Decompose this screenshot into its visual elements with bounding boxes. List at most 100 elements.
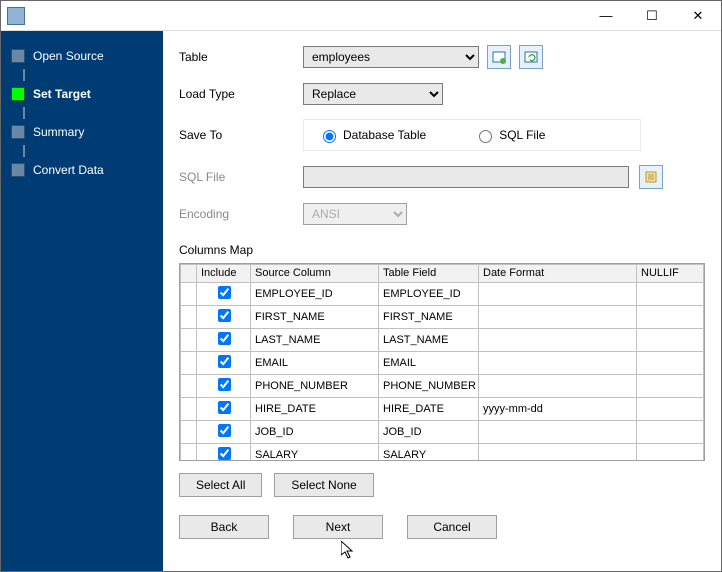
- include-cell[interactable]: [197, 398, 251, 421]
- datefmt-cell[interactable]: yyyy-mm-dd: [479, 398, 637, 421]
- include-cell[interactable]: [197, 444, 251, 462]
- grid-row[interactable]: HIRE_DATEHIRE_DATEyyyy-mm-dd: [181, 398, 704, 421]
- source-cell[interactable]: SALARY: [251, 444, 379, 462]
- include-checkbox[interactable]: [218, 286, 231, 299]
- include-cell[interactable]: [197, 421, 251, 444]
- row-hdr[interactable]: [181, 398, 197, 421]
- columns-map-grid[interactable]: Include Source Column Table Field Date F…: [179, 263, 705, 461]
- window-controls: — ☐ ✕: [583, 1, 721, 31]
- col-source[interactable]: Source Column: [251, 265, 379, 283]
- grid-row[interactable]: EMPLOYEE_IDEMPLOYEE_ID: [181, 283, 704, 306]
- field-cell[interactable]: EMPLOYEE_ID: [379, 283, 479, 306]
- col-field[interactable]: Table Field: [379, 265, 479, 283]
- field-cell[interactable]: PHONE_NUMBER: [379, 375, 479, 398]
- nullif-cell[interactable]: [637, 283, 704, 306]
- grid-row[interactable]: JOB_IDJOB_ID: [181, 421, 704, 444]
- new-table-icon[interactable]: [487, 45, 511, 69]
- back-button[interactable]: Back: [179, 515, 269, 539]
- select-none-button[interactable]: Select None: [274, 473, 373, 497]
- field-cell[interactable]: LAST_NAME: [379, 329, 479, 352]
- encoding-label: Encoding: [179, 207, 303, 221]
- row-hdr[interactable]: [181, 444, 197, 462]
- nullif-cell[interactable]: [637, 329, 704, 352]
- include-checkbox[interactable]: [218, 447, 231, 460]
- nullif-cell[interactable]: [637, 352, 704, 375]
- field-cell[interactable]: HIRE_DATE: [379, 398, 479, 421]
- nullif-cell[interactable]: [637, 398, 704, 421]
- main-panel: Table employees Load Type Replace Save T…: [163, 31, 721, 571]
- col-nullif[interactable]: NULLIF: [637, 265, 704, 283]
- source-cell[interactable]: LAST_NAME: [251, 329, 379, 352]
- include-checkbox[interactable]: [218, 424, 231, 437]
- field-cell[interactable]: FIRST_NAME: [379, 306, 479, 329]
- datefmt-cell[interactable]: [479, 283, 637, 306]
- row-hdr[interactable]: [181, 352, 197, 375]
- row-hdr[interactable]: [181, 375, 197, 398]
- step-summary[interactable]: Summary: [1, 119, 163, 145]
- col-rowhdr[interactable]: [181, 265, 197, 283]
- datefmt-cell[interactable]: [479, 375, 637, 398]
- row-hdr[interactable]: [181, 329, 197, 352]
- row-hdr[interactable]: [181, 421, 197, 444]
- saveto-db-radio[interactable]: Database Table: [318, 127, 426, 143]
- loadtype-select[interactable]: Replace: [303, 83, 443, 105]
- field-cell[interactable]: JOB_ID: [379, 421, 479, 444]
- grid-row[interactable]: EMAILEMAIL: [181, 352, 704, 375]
- window: — ☐ ✕ Open Source Set Target Summary: [0, 0, 722, 572]
- step-convert-data[interactable]: Convert Data: [1, 157, 163, 183]
- nullif-cell[interactable]: [637, 444, 704, 462]
- col-datefmt[interactable]: Date Format: [479, 265, 637, 283]
- select-all-button[interactable]: Select All: [179, 473, 262, 497]
- grid-row[interactable]: PHONE_NUMBERPHONE_NUMBER: [181, 375, 704, 398]
- include-cell[interactable]: [197, 306, 251, 329]
- grid-row[interactable]: FIRST_NAMEFIRST_NAME: [181, 306, 704, 329]
- include-cell[interactable]: [197, 352, 251, 375]
- include-checkbox[interactable]: [218, 378, 231, 391]
- saveto-file-radio[interactable]: SQL File: [474, 127, 545, 143]
- cancel-button[interactable]: Cancel: [407, 515, 497, 539]
- include-checkbox[interactable]: [218, 401, 231, 414]
- source-cell[interactable]: HIRE_DATE: [251, 398, 379, 421]
- include-cell[interactable]: [197, 329, 251, 352]
- row-hdr[interactable]: [181, 283, 197, 306]
- maximize-button[interactable]: ☐: [629, 1, 675, 31]
- include-cell[interactable]: [197, 283, 251, 306]
- step-set-target[interactable]: Set Target: [1, 81, 163, 107]
- minimize-button[interactable]: —: [583, 1, 629, 31]
- source-cell[interactable]: PHONE_NUMBER: [251, 375, 379, 398]
- loadtype-label: Load Type: [179, 87, 303, 101]
- field-cell[interactable]: SALARY: [379, 444, 479, 462]
- source-cell[interactable]: JOB_ID: [251, 421, 379, 444]
- datefmt-cell[interactable]: [479, 352, 637, 375]
- col-include[interactable]: Include: [197, 265, 251, 283]
- datefmt-cell[interactable]: [479, 306, 637, 329]
- grid-row[interactable]: SALARYSALARY: [181, 444, 704, 462]
- browse-file-icon[interactable]: [639, 165, 663, 189]
- next-button[interactable]: Next: [293, 515, 383, 539]
- nullif-cell[interactable]: [637, 306, 704, 329]
- grid-row[interactable]: LAST_NAMELAST_NAME: [181, 329, 704, 352]
- nullif-cell[interactable]: [637, 421, 704, 444]
- field-cell[interactable]: EMAIL: [379, 352, 479, 375]
- datefmt-cell[interactable]: [479, 329, 637, 352]
- datefmt-cell[interactable]: [479, 444, 637, 462]
- table-select[interactable]: employees: [303, 46, 479, 68]
- wizard-sidebar: Open Source Set Target Summary Convert D…: [1, 31, 163, 571]
- include-checkbox[interactable]: [218, 332, 231, 345]
- include-cell[interactable]: [197, 375, 251, 398]
- row-hdr[interactable]: [181, 306, 197, 329]
- include-checkbox[interactable]: [218, 309, 231, 322]
- titlebar: — ☐ ✕: [1, 1, 721, 31]
- step-open-source[interactable]: Open Source: [1, 43, 163, 69]
- include-checkbox[interactable]: [218, 355, 231, 368]
- source-cell[interactable]: EMPLOYEE_ID: [251, 283, 379, 306]
- nullif-cell[interactable]: [637, 375, 704, 398]
- encoding-select: ANSI: [303, 203, 407, 225]
- refresh-table-icon[interactable]: [519, 45, 543, 69]
- step-marker-icon: [11, 163, 25, 177]
- source-cell[interactable]: EMAIL: [251, 352, 379, 375]
- source-cell[interactable]: FIRST_NAME: [251, 306, 379, 329]
- step-label: Convert Data: [33, 163, 104, 177]
- close-button[interactable]: ✕: [675, 1, 721, 31]
- datefmt-cell[interactable]: [479, 421, 637, 444]
